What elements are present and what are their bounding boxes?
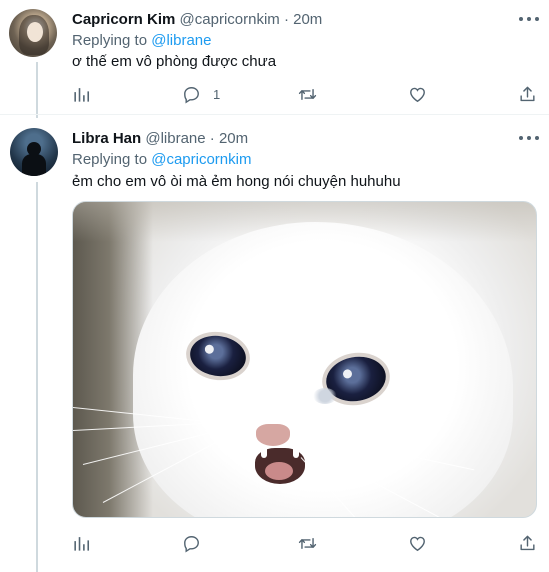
thread-line-top (36, 62, 38, 118)
tweet-photo[interactable] (72, 201, 537, 518)
handle[interactable]: @capricornkim (180, 11, 280, 28)
tweet-text: ẻm cho em vô òi mà ẻm hong nói chuyện hu… (72, 173, 401, 190)
more-icon[interactable] (519, 135, 539, 141)
separator: · (283, 11, 289, 28)
reply-icon (184, 535, 199, 552)
more-icon[interactable] (519, 16, 539, 22)
separator: · (209, 130, 215, 147)
replying-to: Replying to @librane (72, 32, 211, 49)
avatar[interactable] (9, 9, 57, 57)
handle[interactable]: @librane (145, 130, 205, 147)
replying-to-label: Replying to (72, 151, 148, 168)
replying-to-mention[interactable]: @capricornkim (151, 151, 251, 168)
replying-to-mention[interactable]: @librane (151, 32, 211, 49)
reply-button[interactable]: 1 (182, 84, 220, 104)
display-name[interactable]: Libra Han (72, 130, 141, 147)
analytics-button[interactable] (72, 533, 91, 553)
reply-button[interactable] (182, 533, 213, 553)
display-name[interactable]: Capricorn Kim (72, 11, 175, 28)
retweet-icon (298, 537, 317, 549)
timestamp[interactable]: 20m (293, 11, 322, 28)
replying-to: Replying to @capricornkim (72, 151, 251, 168)
analytics-icon (74, 536, 90, 551)
tweet-header: Capricorn Kim @capricornkim · 20m (72, 11, 322, 28)
tweet-divider (0, 114, 549, 115)
reply-icon (184, 86, 199, 103)
like-icon (410, 536, 425, 551)
share-button[interactable] (518, 533, 537, 553)
share-icon (520, 535, 535, 550)
analytics-icon (74, 87, 90, 102)
cat-nose (256, 424, 290, 446)
retweet-button[interactable] (298, 533, 317, 553)
retweet-button[interactable] (298, 84, 317, 104)
share-button[interactable] (518, 84, 537, 104)
reply-count: 1 (213, 86, 221, 102)
replying-to-label: Replying to (72, 32, 148, 49)
timestamp[interactable]: 20m (219, 130, 248, 147)
retweet-icon (298, 88, 317, 100)
avatar[interactable] (10, 128, 58, 176)
tweet-text: ơ thế em vô phòng được chưa (72, 53, 277, 70)
like-button[interactable] (408, 84, 427, 104)
like-icon (410, 87, 425, 102)
analytics-button[interactable] (72, 84, 91, 104)
tweet-header: Libra Han @librane · 20m (72, 130, 248, 147)
like-button[interactable] (408, 533, 427, 553)
share-icon (520, 86, 535, 101)
thread-line-bottom (36, 182, 38, 572)
